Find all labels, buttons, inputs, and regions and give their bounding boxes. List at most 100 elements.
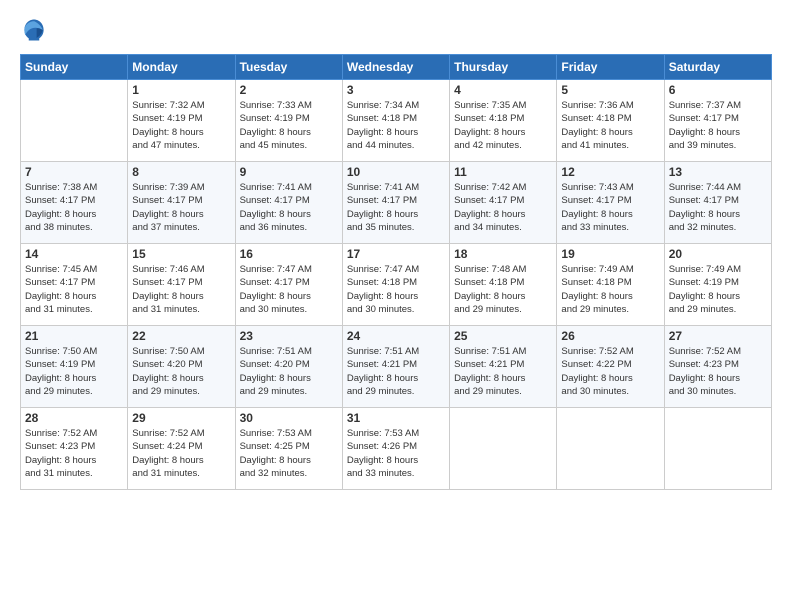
calendar-cell: 12Sunrise: 7:43 AM Sunset: 4:17 PM Dayli… (557, 162, 664, 244)
calendar-cell: 3 Sunrise: 7:34 AM Sunset: 4:18 PM Daylig… (342, 80, 449, 162)
weekday-header-thursday: Thursday (450, 55, 557, 80)
day-number: 19 (561, 247, 659, 261)
day-number: 23 (240, 329, 338, 343)
day-number: 28 (25, 411, 123, 425)
day-number: 20 (669, 247, 767, 261)
day-number: 29 (132, 411, 230, 425)
day-number: 30 (240, 411, 338, 425)
day-number: 15 (132, 247, 230, 261)
day-info: Sunrise: 7:32 AM Sunset: 4:19 PM Dayligh… (132, 99, 230, 152)
day-info: Sunrise: 7:50 AM Sunset: 4:20 PM Dayligh… (132, 345, 230, 398)
day-number: 22 (132, 329, 230, 343)
day-info: Sunrise: 7:52 AM Sunset: 4:22 PM Dayligh… (561, 345, 659, 398)
day-info: Sunrise: 7:37 AM Sunset: 4:17 PM Dayligh… (669, 99, 767, 152)
calendar-cell: 5 Sunrise: 7:36 AM Sunset: 4:18 PM Daylig… (557, 80, 664, 162)
day-number: 14 (25, 247, 123, 261)
day-info: Sunrise: 7:52 AM Sunset: 4:23 PM Dayligh… (25, 427, 123, 480)
calendar-cell: 14 Sunrise: 7:45 AM Sunset: 4:17 PM Dayli… (21, 244, 128, 326)
day-number: 17 (347, 247, 445, 261)
day-info: Sunrise: 7:52 AM Sunset: 4:24 PM Dayligh… (132, 427, 230, 480)
calendar-cell: 27 Sunrise: 7:52 AM Sunset: 4:23 PM Dayli… (664, 326, 771, 408)
calendar-cell: 28 Sunrise: 7:52 AM Sunset: 4:23 PM Dayli… (21, 408, 128, 490)
calendar-cell: 22 Sunrise: 7:50 AM Sunset: 4:20 PM Dayli… (128, 326, 235, 408)
day-number: 18 (454, 247, 552, 261)
calendar-cell: 24 Sunrise: 7:51 AM Sunset: 4:21 PM Dayli… (342, 326, 449, 408)
day-info: Sunrise: 7:48 AM Sunset: 4:18 PM Dayligh… (454, 263, 552, 316)
day-number: 25 (454, 329, 552, 343)
day-number: 13 (669, 165, 767, 179)
day-number: 10 (347, 165, 445, 179)
calendar-cell (557, 408, 664, 490)
calendar-cell (450, 408, 557, 490)
calendar-cell: 7 Sunrise: 7:38 AM Sunset: 4:17 PM Daylig… (21, 162, 128, 244)
week-row-2: 14 Sunrise: 7:45 AM Sunset: 4:17 PM Dayli… (21, 244, 772, 326)
day-info: Sunrise: 7:51 AM Sunset: 4:21 PM Dayligh… (347, 345, 445, 398)
calendar-cell: 29 Sunrise: 7:52 AM Sunset: 4:24 PM Dayli… (128, 408, 235, 490)
calendar-cell: 20 Sunrise: 7:49 AM Sunset: 4:19 PM Dayli… (664, 244, 771, 326)
day-number: 4 (454, 83, 552, 97)
week-row-3: 21Sunrise: 7:50 AM Sunset: 4:19 PM Dayli… (21, 326, 772, 408)
calendar-cell: 11 Sunrise: 7:42 AM Sunset: 4:17 PM Dayli… (450, 162, 557, 244)
day-info: Sunrise: 7:47 AM Sunset: 4:18 PM Dayligh… (347, 263, 445, 316)
weekday-header-friday: Friday (557, 55, 664, 80)
logo (20, 16, 52, 44)
header (20, 16, 772, 44)
day-number: 9 (240, 165, 338, 179)
weekday-header-monday: Monday (128, 55, 235, 80)
calendar-table: SundayMondayTuesdayWednesdayThursdayFrid… (20, 54, 772, 490)
week-row-0: 1 Sunrise: 7:32 AM Sunset: 4:19 PM Daylig… (21, 80, 772, 162)
weekday-header-row: SundayMondayTuesdayWednesdayThursdayFrid… (21, 55, 772, 80)
calendar-cell: 31 Sunrise: 7:53 AM Sunset: 4:26 PM Dayli… (342, 408, 449, 490)
day-number: 31 (347, 411, 445, 425)
calendar-cell: 26 Sunrise: 7:52 AM Sunset: 4:22 PM Dayli… (557, 326, 664, 408)
calendar-cell: 13 Sunrise: 7:44 AM Sunset: 4:17 PM Dayli… (664, 162, 771, 244)
day-info: Sunrise: 7:52 AM Sunset: 4:23 PM Dayligh… (669, 345, 767, 398)
logo-icon (20, 16, 48, 44)
day-number: 26 (561, 329, 659, 343)
day-info: Sunrise: 7:47 AM Sunset: 4:17 PM Dayligh… (240, 263, 338, 316)
calendar-cell: 19Sunrise: 7:49 AM Sunset: 4:18 PM Dayli… (557, 244, 664, 326)
day-info: Sunrise: 7:41 AM Sunset: 4:17 PM Dayligh… (240, 181, 338, 234)
day-info: Sunrise: 7:46 AM Sunset: 4:17 PM Dayligh… (132, 263, 230, 316)
day-number: 12 (561, 165, 659, 179)
day-number: 11 (454, 165, 552, 179)
day-number: 7 (25, 165, 123, 179)
day-info: Sunrise: 7:38 AM Sunset: 4:17 PM Dayligh… (25, 181, 123, 234)
day-number: 6 (669, 83, 767, 97)
calendar-cell: 10 Sunrise: 7:41 AM Sunset: 4:17 PM Dayli… (342, 162, 449, 244)
calendar-cell: 15 Sunrise: 7:46 AM Sunset: 4:17 PM Dayli… (128, 244, 235, 326)
calendar-cell: 16Sunrise: 7:47 AM Sunset: 4:17 PM Dayli… (235, 244, 342, 326)
calendar-cell: 4Sunrise: 7:35 AM Sunset: 4:18 PM Daylig… (450, 80, 557, 162)
day-number: 24 (347, 329, 445, 343)
day-info: Sunrise: 7:42 AM Sunset: 4:17 PM Dayligh… (454, 181, 552, 234)
day-info: Sunrise: 7:44 AM Sunset: 4:17 PM Dayligh… (669, 181, 767, 234)
calendar-cell (21, 80, 128, 162)
day-info: Sunrise: 7:53 AM Sunset: 4:26 PM Dayligh… (347, 427, 445, 480)
day-number: 27 (669, 329, 767, 343)
day-number: 1 (132, 83, 230, 97)
page: SundayMondayTuesdayWednesdayThursdayFrid… (0, 0, 792, 612)
calendar-cell: 6 Sunrise: 7:37 AM Sunset: 4:17 PM Daylig… (664, 80, 771, 162)
day-number: 8 (132, 165, 230, 179)
day-info: Sunrise: 7:41 AM Sunset: 4:17 PM Dayligh… (347, 181, 445, 234)
day-number: 2 (240, 83, 338, 97)
day-info: Sunrise: 7:45 AM Sunset: 4:17 PM Dayligh… (25, 263, 123, 316)
day-info: Sunrise: 7:51 AM Sunset: 4:20 PM Dayligh… (240, 345, 338, 398)
day-info: Sunrise: 7:36 AM Sunset: 4:18 PM Dayligh… (561, 99, 659, 152)
day-info: Sunrise: 7:39 AM Sunset: 4:17 PM Dayligh… (132, 181, 230, 234)
day-number: 5 (561, 83, 659, 97)
day-info: Sunrise: 7:33 AM Sunset: 4:19 PM Dayligh… (240, 99, 338, 152)
week-row-1: 7 Sunrise: 7:38 AM Sunset: 4:17 PM Daylig… (21, 162, 772, 244)
day-info: Sunrise: 7:49 AM Sunset: 4:19 PM Dayligh… (669, 263, 767, 316)
day-number: 3 (347, 83, 445, 97)
weekday-header-tuesday: Tuesday (235, 55, 342, 80)
weekday-header-wednesday: Wednesday (342, 55, 449, 80)
calendar-cell: 8 Sunrise: 7:39 AM Sunset: 4:17 PM Daylig… (128, 162, 235, 244)
weekday-header-sunday: Sunday (21, 55, 128, 80)
day-info: Sunrise: 7:53 AM Sunset: 4:25 PM Dayligh… (240, 427, 338, 480)
calendar-cell: 30 Sunrise: 7:53 AM Sunset: 4:25 PM Dayli… (235, 408, 342, 490)
calendar-cell: 25Sunrise: 7:51 AM Sunset: 4:21 PM Dayli… (450, 326, 557, 408)
day-info: Sunrise: 7:34 AM Sunset: 4:18 PM Dayligh… (347, 99, 445, 152)
weekday-header-saturday: Saturday (664, 55, 771, 80)
day-number: 21 (25, 329, 123, 343)
